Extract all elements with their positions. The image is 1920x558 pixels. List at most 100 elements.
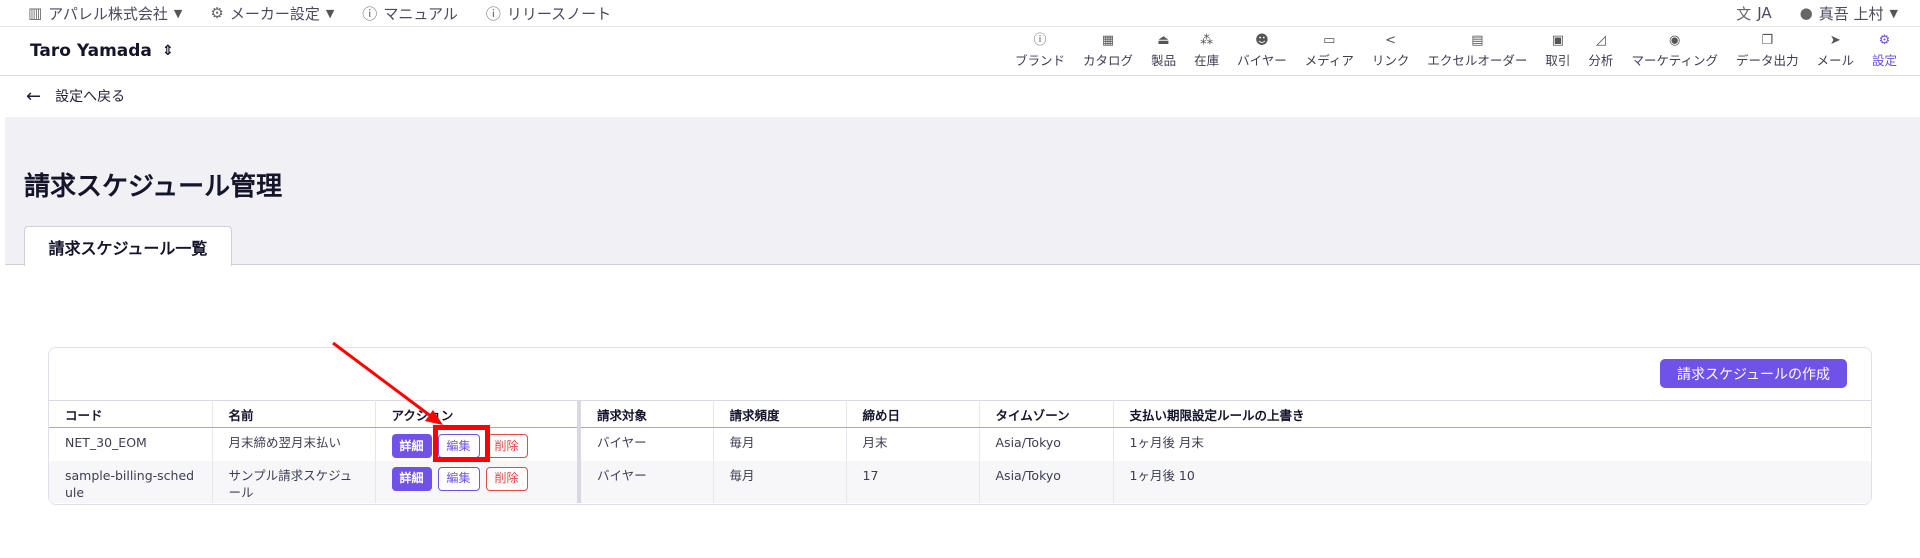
cell-target: バイヤー	[579, 427, 714, 461]
share-icon: <	[1385, 32, 1397, 48]
copy-icon: ❐	[1761, 32, 1774, 48]
billing-schedule-table: コード 名前 アクション 請求対象 請求頻度 締め日 タイムゾーン 支払い期限設…	[49, 400, 1871, 503]
nav-label: 分析	[1588, 52, 1614, 68]
chart-icon: ◿	[1595, 32, 1606, 48]
cell-name: サンプル請求スケジュール	[212, 460, 376, 503]
manual-label: マニュアル	[383, 4, 458, 23]
user-name: 真吾 上村	[1818, 4, 1884, 23]
nav-label: データ出力	[1735, 52, 1799, 68]
account-switcher[interactable]: Taro Yamada ⇕	[30, 41, 174, 61]
arrow-left-icon: ←	[26, 85, 42, 107]
nav-inventory[interactable]: ⁂ 在庫	[1185, 27, 1228, 76]
page-header-section	[5, 117, 1920, 265]
language-label: JA	[1757, 4, 1772, 22]
company-selector[interactable]: ▥ アパレル株式会社 ▼	[28, 3, 182, 24]
billing-schedule-card: 請求スケジュールの作成 コード 名前 アクション 請求対象 請求頻度 締め日 タ…	[48, 347, 1872, 505]
nav-products[interactable]: ⏏ 製品	[1142, 27, 1185, 76]
column-header-timezone[interactable]: タイムゾーン	[979, 400, 1114, 428]
back-label: 設定へ戻る	[55, 89, 126, 105]
manual-link[interactable]: ⓘ マニュアル	[362, 3, 458, 24]
delete-button[interactable]: 削除	[485, 466, 528, 491]
hanger-icon: ⏏	[1157, 32, 1170, 48]
cell-name: 月末締め翌月末払い	[212, 427, 376, 461]
back-bar: ← 設定へ戻る	[0, 76, 1920, 116]
maker-settings-label: メーカー設定	[229, 4, 320, 23]
release-notes-link[interactable]: ⓘ リリースノート	[486, 3, 611, 24]
nav-media[interactable]: ▭ メディア	[1296, 27, 1363, 76]
gear-icon: ⚙	[1878, 32, 1891, 48]
table-row: sample-billing-schedule サンプル請求スケジュール 詳細 …	[49, 460, 1871, 503]
cell-actions: 詳細 編集 削除	[375, 460, 581, 503]
cell-timezone: Asia/Tokyo	[979, 460, 1114, 503]
nav-mail[interactable]: ➤ メール	[1807, 27, 1863, 76]
column-header-frequency[interactable]: 請求頻度	[713, 400, 847, 428]
tab-billing-schedule-list[interactable]: 請求スケジュール一覧	[24, 226, 232, 266]
nav-label: バイヤー	[1237, 52, 1287, 68]
message-icon: ▣	[1551, 32, 1565, 48]
cell-code: NET_30_EOM	[49, 427, 213, 461]
nav-label: 取引	[1545, 52, 1571, 68]
nav-marketing[interactable]: ◉ マーケティング	[1622, 27, 1727, 76]
cast-icon: ▭	[1323, 32, 1336, 48]
column-header-closing-day[interactable]: 締め日	[846, 400, 980, 428]
excel-icon: ▤	[1471, 32, 1484, 48]
column-header-actions: アクション	[375, 400, 581, 428]
detail-button[interactable]: 詳細	[391, 434, 432, 458]
page-title: 請求スケジュール管理	[24, 172, 283, 202]
nav-buyers[interactable]: ☻ バイヤー	[1228, 27, 1296, 76]
top-bar: ▥ アパレル株式会社 ▼ ⚙ メーカー設定 ▼ ⓘ マニュアル ⓘ リリースノー…	[0, 0, 1920, 27]
language-selector[interactable]: 文 JA	[1736, 3, 1771, 24]
help-icon: ⓘ	[362, 4, 378, 23]
table-header-row: コード 名前 アクション 請求対象 請求頻度 締め日 タイムゾーン 支払い期限設…	[49, 400, 1871, 428]
nav-label: カタログ	[1083, 52, 1134, 68]
nav-excel-order[interactable]: ▤ エクセルオーダー	[1418, 27, 1536, 76]
nav-analytics[interactable]: ◿ 分析	[1579, 27, 1622, 76]
nav-links[interactable]: < リンク	[1363, 27, 1419, 76]
detail-button[interactable]: 詳細	[391, 466, 432, 491]
delete-button[interactable]: 削除	[485, 434, 528, 458]
cell-code: sample-billing-schedule	[49, 460, 213, 503]
people-icon: ☻	[1255, 32, 1269, 48]
annotation-highlight-box	[433, 425, 490, 462]
nav-settings[interactable]: ⚙ 設定	[1863, 27, 1906, 76]
nav-transactions[interactable]: ▣ 取引	[1536, 27, 1579, 76]
catalog-icon: ▦	[1101, 32, 1115, 48]
create-billing-schedule-button[interactable]: 請求スケジュールの作成	[1659, 359, 1847, 388]
cell-closing-day: 月末	[846, 427, 980, 461]
nav-label: 在庫	[1194, 52, 1220, 68]
main-header: Taro Yamada ⇕ ⓘ ブランド ▦ カタログ ⏏ 製品 ⁂ 在庫 ☻ バイヤー …	[0, 27, 1920, 76]
user-menu[interactable]: ● 真吾 上村 ▼	[1800, 3, 1898, 24]
current-user-name: Taro Yamada	[30, 41, 152, 61]
nav-catalog[interactable]: ▦ カタログ	[1074, 27, 1142, 76]
cell-timezone: Asia/Tokyo	[979, 427, 1114, 461]
back-to-settings-link[interactable]: ← 設定へ戻る	[26, 86, 125, 107]
gear-icon: ⚙	[210, 4, 224, 22]
edit-button[interactable]: 編集	[437, 466, 480, 491]
nav-label: エクセルオーダー	[1427, 52, 1528, 68]
cell-frequency: 毎月	[713, 460, 847, 503]
column-header-code[interactable]: コード	[49, 400, 213, 428]
company-name: アパレル株式会社	[48, 4, 168, 23]
cell-override: 1ヶ月後 10	[1113, 460, 1871, 503]
maker-settings-menu[interactable]: ⚙ メーカー設定 ▼	[210, 3, 334, 24]
column-header-target[interactable]: 請求対象	[579, 400, 714, 428]
release-notes-label: リリースノート	[506, 4, 612, 23]
nav-data-export[interactable]: ❐ データ出力	[1727, 27, 1808, 76]
column-header-name[interactable]: 名前	[212, 400, 376, 428]
unfold-icon: ⇕	[161, 43, 174, 59]
table-row: NET_30_EOM 月末締め翌月末払い 詳細 編集 削除 バイヤー 毎月 月末…	[49, 427, 1871, 461]
account-icon: ●	[1799, 4, 1813, 22]
cell-closing-day: 17	[846, 460, 980, 503]
boxes-icon: ⁂	[1200, 32, 1214, 48]
caret-down-icon: ▼	[325, 6, 335, 20]
cell-target: バイヤー	[579, 460, 714, 503]
nav-label: マーケティング	[1631, 52, 1718, 68]
send-icon: ➤	[1829, 32, 1841, 48]
column-header-override[interactable]: 支払い期限設定ルールの上書き	[1113, 400, 1871, 428]
nav-label: 設定	[1871, 52, 1897, 68]
info-icon: ⓘ	[1033, 32, 1047, 48]
nav-label: メール	[1816, 52, 1854, 68]
cell-override: 1ヶ月後 月末	[1129, 435, 1204, 450]
nav-brand[interactable]: ⓘ ブランド	[1006, 27, 1074, 76]
cell-frequency: 毎月	[713, 427, 847, 461]
